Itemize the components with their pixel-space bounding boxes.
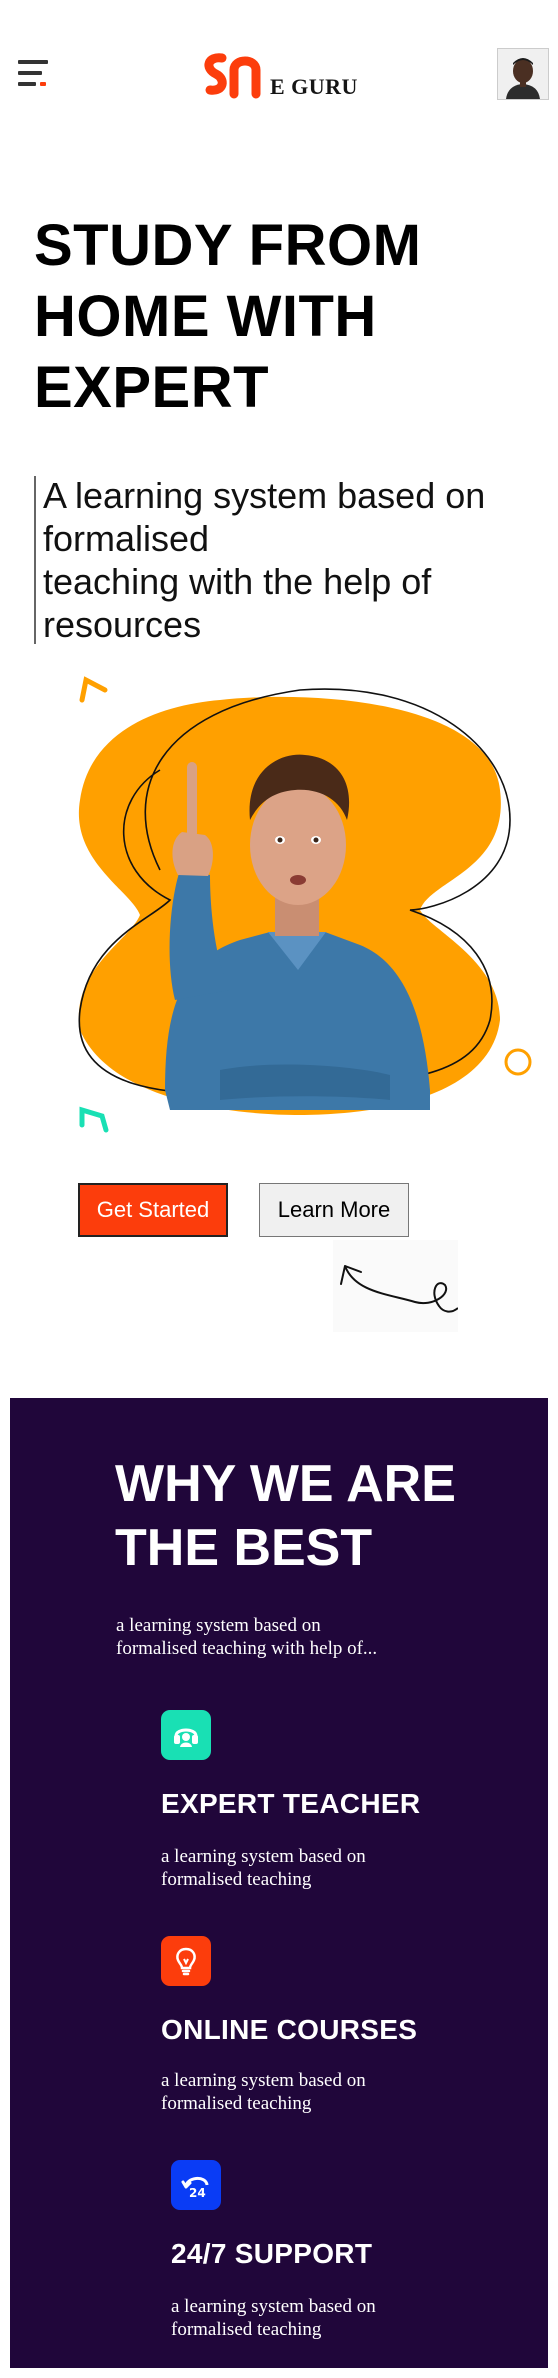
- hero-subtitle: A learning system based on formalised te…: [43, 474, 533, 646]
- why-subtitle-line-1: a learning system based on: [116, 1615, 321, 1636]
- get-started-button[interactable]: Get Started: [78, 1183, 228, 1237]
- feature-desc-expert-teacher: a learning system based on formalised te…: [161, 1845, 421, 1891]
- feature-desc-line-1: a learning system based on: [161, 1846, 366, 1867]
- feature-desc-line-2: formalised teaching: [161, 2093, 312, 2114]
- why-section-subtitle: a learning system based on formalised te…: [116, 1614, 416, 1660]
- feature-desc-line-1: a learning system based on: [161, 2070, 366, 2091]
- subtitle-divider: [34, 476, 36, 644]
- lightbulb-icon: [161, 1936, 211, 1986]
- hero-title-line-3: EXPERT: [34, 355, 270, 420]
- hero-subtitle-line-2: formalised: [43, 518, 210, 559]
- feature-desc-line-2: formalised teaching: [161, 1869, 312, 1890]
- hero-subtitle-line-4: resources: [43, 604, 202, 645]
- curved-arrow-icon: [333, 1240, 459, 1332]
- feature-desc-support: a learning system based on formalised te…: [171, 2295, 431, 2341]
- feature-desc-online-courses: a learning system based on formalised te…: [161, 2069, 421, 2115]
- hero-title: STUDY FROM HOME WITH EXPERT: [34, 210, 504, 423]
- hero-subtitle-line-3: teaching with the help of: [43, 561, 432, 602]
- teacher-pointing-illustration: [70, 670, 540, 1150]
- feature-title-online-courses: ONLINE COURSES: [161, 2014, 418, 2045]
- feature-title-support: 24/7 SUPPORT: [171, 2238, 373, 2269]
- learn-more-button[interactable]: Learn More: [259, 1183, 409, 1237]
- why-section-title: WHY WE ARE THE BEST: [115, 1452, 515, 1580]
- headset-icon: [161, 1710, 211, 1760]
- feature-title-expert-teacher: EXPERT TEACHER: [161, 1788, 421, 1819]
- 24-hours-icon: 24: [171, 2160, 221, 2210]
- svg-text:24: 24: [189, 2186, 206, 2200]
- why-title-line-2: THE BEST: [115, 1519, 373, 1577]
- hero-subtitle-line-1: A learning system based on: [43, 475, 486, 516]
- why-subtitle-line-2: formalised teaching with help of...: [116, 1638, 378, 1659]
- hero-title-line-2: HOME WITH: [34, 284, 377, 349]
- feature-desc-line-1: a learning system based on: [171, 2296, 376, 2317]
- hero-title-line-1: STUDY FROM: [34, 213, 422, 278]
- hamburger-menu-icon[interactable]: [18, 58, 52, 92]
- why-title-line-1: WHY WE ARE: [115, 1455, 456, 1513]
- user-avatar[interactable]: [497, 48, 549, 100]
- brand-name: E GURU: [270, 74, 358, 99]
- feature-desc-line-2: formalised teaching: [171, 2319, 322, 2340]
